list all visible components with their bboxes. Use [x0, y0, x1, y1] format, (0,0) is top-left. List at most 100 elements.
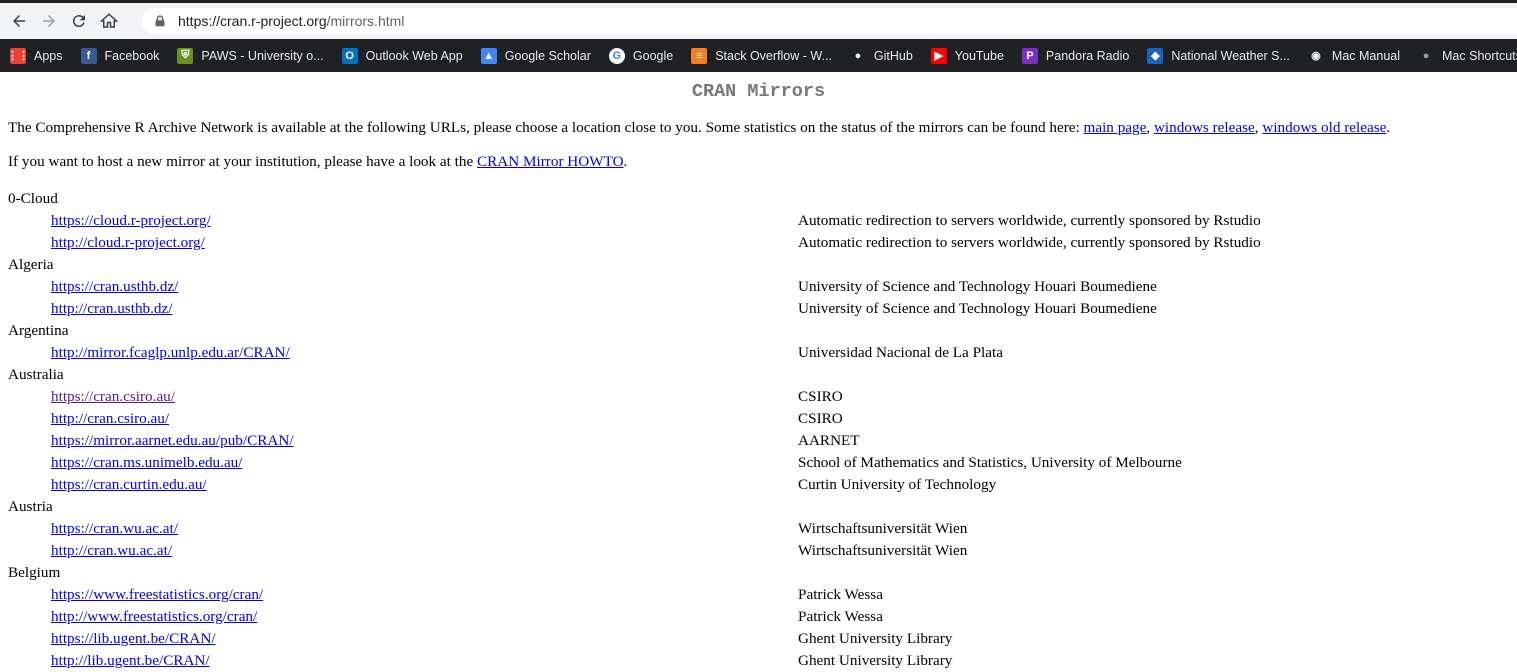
- bookmark-item[interactable]: G Google: [599, 39, 681, 72]
- mirror-link[interactable]: http://mirror.fcaglp.unlp.edu.ar/CRAN/: [51, 342, 290, 364]
- bookmark-item[interactable]: ◉ Mac Manual: [1298, 39, 1408, 72]
- bookmark-label: Mac Shortcuts: [1442, 48, 1517, 63]
- mirror-row: https://cloud.r-project.org/Automatic re…: [8, 210, 1509, 232]
- intro-text: The Comprehensive R Archive Network is a…: [8, 119, 1084, 136]
- mirror-link[interactable]: https://cran.curtin.edu.au/: [51, 474, 207, 496]
- bookmark-label: YouTube: [954, 48, 1004, 63]
- page-title: CRAN Mirrors: [691, 81, 826, 102]
- reload-icon: [72, 15, 85, 28]
- url-host: https://cran.r-project.org: [178, 13, 327, 29]
- howto-text: If you want to host a new mirror at your…: [8, 153, 478, 170]
- mirror-description: University of Science and Technology Hou…: [798, 300, 1157, 317]
- pandora-icon: P: [1021, 47, 1038, 64]
- mirror-link[interactable]: http://cran.usthb.dz/: [51, 298, 172, 320]
- mirror-description: CSIRO: [798, 388, 843, 405]
- mirror-list: 0-Cloud https://cloud.r-project.org/Autom…: [8, 188, 1509, 672]
- bookmark-label: Google: [632, 48, 674, 63]
- mirror-row: https://www.freestatistics.org/cran/Patr…: [8, 584, 1509, 606]
- country-heading: Algeria: [8, 256, 54, 273]
- period: .: [623, 153, 628, 170]
- mirror-description: Automatic redirection to servers worldwi…: [798, 234, 1261, 251]
- mirror-description: School of Mathematics and Statistics, Un…: [798, 454, 1182, 471]
- bookmark-item[interactable]: ▶ YouTube: [921, 39, 1012, 72]
- windows-release-link[interactable]: windows release: [1154, 119, 1255, 136]
- intro-paragraph: The Comprehensive R Archive Network is a…: [8, 119, 1509, 137]
- mirror-link[interactable]: http://cloud.r-project.org/: [51, 232, 205, 254]
- github-icon: ●: [854, 49, 862, 62]
- bookmark-item[interactable]: ≡ Stack Overflow - W...: [681, 39, 840, 72]
- country-heading: Argentina: [8, 322, 69, 339]
- facebook-icon: f: [80, 47, 97, 64]
- mirror-link[interactable]: http://lib.ugent.be/CRAN/: [51, 650, 210, 672]
- home-icon: [100, 13, 118, 28]
- lock-icon: [154, 14, 168, 28]
- browser-toolbar: https://cran.r-project.org/mirrors.html: [0, 0, 1517, 39]
- mirror-description: Patrick Wessa: [798, 586, 883, 603]
- bookmark-item[interactable]: ● GitHub: [840, 39, 921, 72]
- mirror-link[interactable]: https://cloud.r-project.org/: [51, 210, 211, 232]
- bookmark-item[interactable]: ⛨ PAWS - University o...: [167, 39, 331, 72]
- bookmark-item[interactable]: O Outlook Web App: [332, 39, 471, 72]
- bookmark-label: Pandora Radio: [1045, 48, 1130, 63]
- mirror-link[interactable]: http://www.freestatistics.org/cran/: [51, 606, 257, 628]
- mirror-description: AARNET: [798, 432, 860, 449]
- bookmark-item[interactable]: ● Mac Shortcuts: [1408, 39, 1517, 72]
- url-path: /mirrors.html: [326, 13, 405, 29]
- bookmark-label: GitHub: [873, 48, 913, 63]
- cran-mirror-howto-link[interactable]: CRAN Mirror HOWTO: [477, 153, 624, 170]
- mirror-link[interactable]: https://cran.wu.ac.at/: [51, 518, 178, 540]
- mirror-row: http://cran.wu.ac.at/Wirtschaftsuniversi…: [8, 540, 1509, 562]
- main-page-link[interactable]: main page: [1084, 119, 1147, 136]
- bookmark-label: PAWS - University o...: [201, 48, 324, 63]
- mirror-link[interactable]: http://cran.csiro.au/: [51, 408, 169, 430]
- mirror-row: http://cloud.r-project.org/Automatic red…: [8, 232, 1509, 254]
- country-heading: 0-Cloud: [8, 190, 58, 207]
- country-heading: Austria: [8, 498, 53, 515]
- address-bar[interactable]: https://cran.r-project.org/mirrors.html: [142, 8, 1517, 34]
- country-heading: Australia: [8, 366, 64, 383]
- mirror-description: Ghent University Library: [798, 652, 953, 669]
- bookmark-label: Apps: [34, 48, 63, 63]
- mirror-link[interactable]: https://www.freestatistics.org/cran/: [51, 584, 263, 606]
- mirror-description: Wirtschaftsuniversität Wien: [798, 542, 968, 559]
- bookmark-label: National Weather S...: [1171, 48, 1290, 63]
- mirror-row: http://lib.ugent.be/CRAN/Ghent Universit…: [8, 650, 1509, 672]
- bookmark-label: Stack Overflow - W...: [715, 48, 832, 63]
- mirror-link[interactable]: https://cran.usthb.dz/: [51, 276, 178, 298]
- shield-icon: ⛨: [177, 47, 194, 64]
- mirror-row: http://cran.csiro.au/CSIRO: [8, 408, 1509, 430]
- windows-old-release-link[interactable]: windows old release: [1262, 119, 1386, 136]
- back-arrow-icon: [13, 15, 25, 27]
- mirror-description: Automatic redirection to servers worldwi…: [798, 212, 1261, 229]
- home-button[interactable]: [98, 10, 120, 32]
- mirror-link[interactable]: https://cran.ms.unimelb.edu.au/: [51, 452, 243, 474]
- mirror-link[interactable]: https://mirror.aarnet.edu.au/pub/CRAN/: [51, 430, 294, 452]
- bookmark-label: Facebook: [104, 48, 160, 63]
- forward-button[interactable]: [38, 10, 60, 32]
- mirror-row: https://mirror.aarnet.edu.au/pub/CRAN/AA…: [8, 430, 1509, 452]
- google-icon: G: [608, 47, 625, 64]
- bookmark-label: Outlook Web App: [365, 48, 463, 63]
- howto-paragraph: If you want to host a new mirror at your…: [8, 153, 1509, 171]
- bookmark-label: Mac Manual: [1331, 48, 1401, 63]
- reload-button[interactable]: [68, 10, 90, 32]
- globe-icon: ◉: [1311, 50, 1321, 62]
- back-button[interactable]: [8, 10, 30, 32]
- bookmark-item[interactable]: ▲ Google Scholar: [471, 39, 599, 72]
- mirror-description: Wirtschaftsuniversität Wien: [798, 520, 968, 537]
- country-heading: Belgium: [8, 564, 61, 581]
- mirror-row: https://cran.csiro.au/CSIRO: [8, 386, 1509, 408]
- stackoverflow-icon: ≡: [691, 47, 708, 64]
- mirror-link[interactable]: https://cran.csiro.au/: [51, 386, 175, 408]
- bookmark-item[interactable]: f Facebook: [71, 39, 168, 72]
- mirror-description: Ghent University Library: [798, 630, 953, 647]
- bookmark-item[interactable]: ⋮⋮ Apps: [0, 39, 71, 72]
- bookmark-item[interactable]: P Pandora Radio: [1012, 39, 1137, 72]
- scholar-icon: ▲: [480, 47, 497, 64]
- mirror-description: University of Science and Technology Hou…: [798, 278, 1157, 295]
- weather-icon: ◆: [1147, 47, 1164, 64]
- bookmark-item[interactable]: ◆ National Weather S...: [1137, 39, 1298, 72]
- period: .: [1386, 119, 1391, 136]
- mirror-link[interactable]: http://cran.wu.ac.at/: [51, 540, 172, 562]
- mirror-link[interactable]: https://lib.ugent.be/CRAN/: [51, 628, 216, 650]
